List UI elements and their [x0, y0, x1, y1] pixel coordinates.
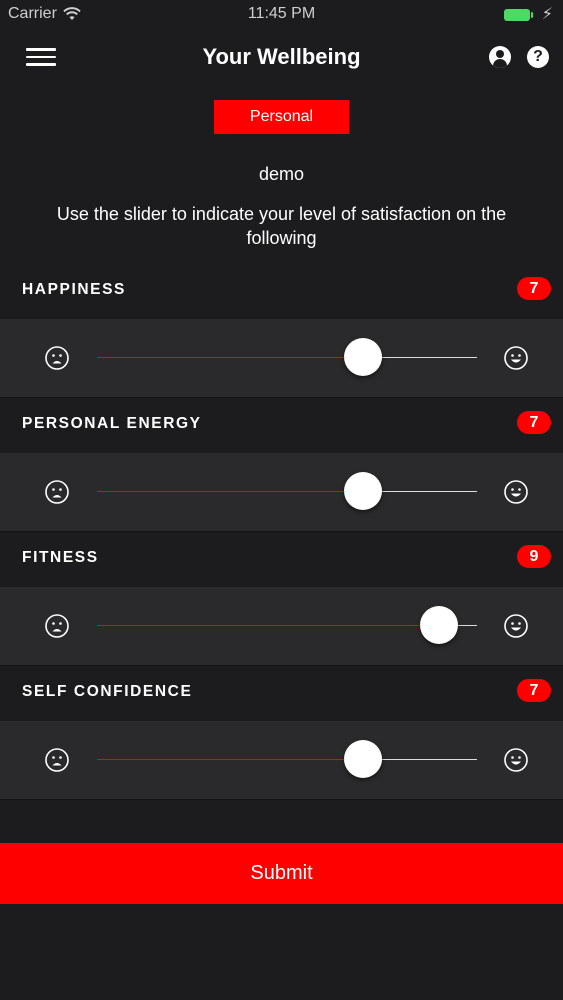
rating-label: HAPPINESS [22, 281, 126, 298]
username-label: demo [258, 164, 305, 184]
slider-thumb[interactable] [420, 606, 458, 644]
rating-header: FITNESS 9 [0, 532, 563, 587]
rating-section-personal-energy: PERSONAL ENERGY 7 [0, 398, 563, 532]
rating-header: HAPPINESS 7 [0, 264, 563, 319]
sad-face-icon [45, 614, 69, 638]
happy-face-icon [504, 346, 528, 370]
rating-label: SELF CONFIDENCE [22, 683, 193, 700]
page-title: Your Wellbeing [202, 44, 361, 69]
satisfaction-slider[interactable] [97, 472, 477, 510]
submit-button[interactable]: Submit [0, 843, 563, 904]
rating-value-badge: 7 [517, 277, 551, 300]
slider-row [0, 721, 563, 800]
rating-section-happiness: HAPPINESS 7 [0, 264, 563, 398]
satisfaction-slider[interactable] [97, 740, 477, 778]
rating-header: PERSONAL ENERGY 7 [0, 398, 563, 453]
happy-face-icon [504, 480, 528, 504]
sad-face-icon [45, 480, 69, 504]
status-bar: Carrier 11:45 PM ⚡ [0, 0, 563, 30]
rating-section-fitness: FITNESS 9 [0, 532, 563, 666]
instructions-text: Use the slider to indicate your level of… [56, 204, 507, 248]
rating-section-self-confidence: SELF CONFIDENCE 7 [0, 666, 563, 800]
satisfaction-slider[interactable] [97, 338, 477, 376]
slider-row [0, 453, 563, 532]
slider-thumb[interactable] [344, 472, 382, 510]
slider-thumb[interactable] [344, 338, 382, 376]
rating-label: PERSONAL ENERGY [22, 415, 202, 432]
happy-face-icon [504, 614, 528, 638]
slider-thumb[interactable] [344, 740, 382, 778]
rating-value-badge: 9 [517, 545, 551, 568]
happy-face-icon [504, 748, 528, 772]
category-personal-button[interactable]: Personal [214, 100, 349, 134]
sad-face-icon [45, 346, 69, 370]
rating-value-badge: 7 [517, 679, 551, 702]
rating-value-badge: 7 [517, 411, 551, 434]
slider-row [0, 587, 563, 666]
charging-icon: ⚡ [541, 6, 553, 23]
user-profile-icon[interactable] [489, 46, 511, 68]
help-icon[interactable]: ? [527, 46, 549, 68]
navigation-bar: Your Wellbeing ? [0, 30, 563, 84]
rating-label: FITNESS [22, 549, 99, 566]
battery-icon [504, 9, 533, 21]
satisfaction-slider[interactable] [97, 606, 477, 644]
slider-row [0, 319, 563, 398]
sad-face-icon [45, 748, 69, 772]
rating-header: SELF CONFIDENCE 7 [0, 666, 563, 721]
status-time: 11:45 PM [247, 5, 316, 22]
